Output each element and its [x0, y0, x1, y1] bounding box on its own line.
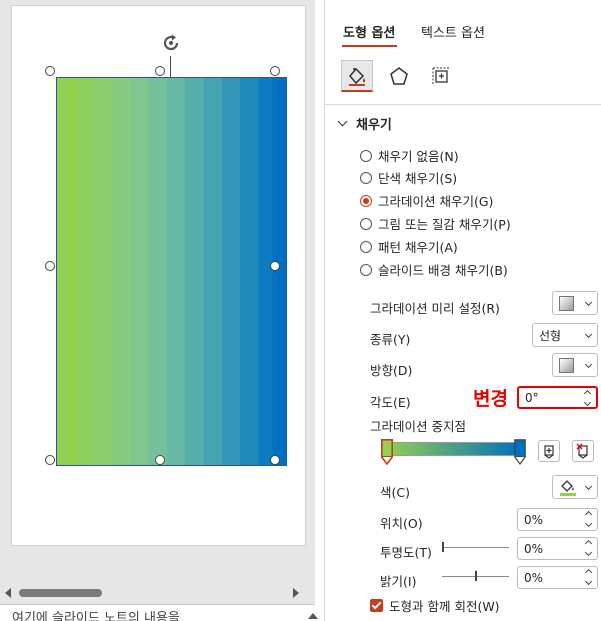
stop-transparency-spinner[interactable]: 0%: [517, 537, 598, 560]
effects-pentagon-icon[interactable]: [383, 60, 415, 92]
scroll-right-arrow-icon[interactable]: [293, 588, 299, 598]
stop-position-spinner[interactable]: 0%: [517, 508, 598, 531]
add-stop-icon: [544, 445, 554, 459]
remove-stop-icon: [576, 443, 588, 459]
gradient-type-value: 선형: [539, 328, 562, 343]
spinner-arrows-icon[interactable]: [584, 539, 593, 557]
radio-button[interactable]: [360, 149, 372, 162]
radio-button[interactable]: [360, 217, 372, 230]
radio-pattern-fill[interactable]: 패턴 채우기(A): [360, 237, 458, 256]
active-tab-indicator: [342, 45, 397, 47]
resize-handle-bottom-right[interactable]: [270, 455, 280, 465]
rotate-with-shape-label: 도형과 함께 회전(W): [389, 599, 500, 614]
stop-transparency-label: 투명도(T): [380, 545, 432, 560]
gradient-direction-dropdown[interactable]: [552, 353, 598, 377]
scroll-up-arrow-icon[interactable]: [308, 613, 318, 619]
gradient-stop-handle-end[interactable]: [514, 439, 526, 465]
horizontal-scrollbar[interactable]: [0, 583, 305, 603]
slide-editing-area: 여기에 슬라이드 노트의 내용을: [0, 0, 318, 621]
radio-button-selected[interactable]: [360, 194, 372, 207]
stop-brightness-label: 밝기(I): [380, 574, 417, 589]
size-properties-icon[interactable]: [425, 60, 457, 92]
resize-handle-top-left[interactable]: [45, 66, 55, 76]
radio-solid-fill[interactable]: 단색 채우기(S): [360, 168, 457, 187]
change-annotation: 변경: [473, 388, 508, 410]
gradient-preset-dropdown[interactable]: [552, 291, 598, 315]
fill-line-icon[interactable]: [341, 60, 373, 92]
radio-picture-texture-fill[interactable]: 그림 또는 질감 채우기(P): [360, 214, 511, 233]
slide-canvas[interactable]: [11, 5, 306, 546]
radio-label: 패턴 채우기(A): [378, 240, 458, 255]
resize-handle-right[interactable]: [270, 261, 280, 271]
radio-button[interactable]: [360, 240, 372, 253]
position-value: 0%: [524, 512, 544, 527]
tab-text-options[interactable]: 텍스트 옵션: [421, 22, 485, 41]
gradient-rectangle-shape[interactable]: [56, 77, 287, 466]
stop-color-picker[interactable]: [552, 475, 598, 499]
gradient-type-dropdown[interactable]: 선형: [532, 323, 598, 347]
spinner-arrows-icon[interactable]: [584, 568, 593, 586]
chevron-down-icon: [584, 360, 593, 369]
gradient-type-label: 종류(Y): [370, 332, 411, 347]
chevron-down-icon: [584, 298, 593, 307]
radio-label: 그림 또는 질감 채우기(P): [378, 217, 511, 232]
angle-value: 0°: [525, 390, 539, 405]
transparency-slider[interactable]: [442, 547, 509, 548]
paint-bucket-icon: [560, 480, 576, 496]
radio-label: 단색 채우기(S): [378, 171, 458, 186]
radio-button[interactable]: [360, 171, 372, 184]
brightness-value: 0%: [524, 570, 544, 585]
transparency-value: 0%: [524, 541, 544, 556]
radio-label: 채우기 없음(N): [378, 149, 459, 164]
fill-section-title: 채우기: [356, 118, 392, 133]
radio-no-fill[interactable]: 채우기 없음(N): [360, 146, 459, 165]
chevron-down-icon: [337, 116, 348, 127]
gradient-angle-spinner[interactable]: 0°: [517, 386, 598, 409]
rotation-handle-stem: [170, 56, 171, 77]
resize-handle-left[interactable]: [45, 261, 55, 271]
stop-position-label: 위치(O): [380, 516, 423, 531]
radio-gradient-fill[interactable]: 그라데이션 채우기(G): [360, 191, 493, 210]
stop-color-label: 색(C): [380, 485, 410, 500]
radio-label: 슬라이드 배경 채우기(B): [378, 263, 508, 278]
chevron-down-icon: [584, 330, 593, 339]
scroll-left-arrow-icon[interactable]: [5, 588, 11, 598]
spinner-arrows-icon[interactable]: [584, 510, 593, 528]
stop-brightness-spinner[interactable]: 0%: [517, 566, 598, 589]
direction-swatch-icon: [559, 357, 574, 373]
notes-pane[interactable]: 여기에 슬라이드 노트의 내용을: [0, 604, 318, 621]
resize-handle-top[interactable]: [155, 66, 165, 76]
radio-label: 그라데이션 채우기(G): [378, 194, 494, 209]
add-gradient-stop-button[interactable]: [538, 440, 560, 462]
gradient-swatch-icon: [559, 295, 574, 311]
gradient-stop-handle-start[interactable]: [381, 439, 393, 465]
gradient-stops-bar[interactable]: [384, 442, 522, 456]
scrollbar-thumb[interactable]: [19, 589, 102, 597]
gradient-preset-label: 그라데이션 미리 설정(R): [370, 301, 500, 316]
resize-handle-bottom-left[interactable]: [45, 455, 55, 465]
fill-section-header[interactable]: 채우기: [337, 114, 392, 133]
panel-divider: [325, 104, 601, 105]
notes-placeholder: 여기에 슬라이드 노트의 내용을: [12, 611, 180, 621]
resize-handle-bottom[interactable]: [155, 455, 165, 465]
rotate-handle-icon[interactable]: [159, 31, 183, 55]
gradient-direction-label: 방향(D): [370, 363, 413, 378]
radio-slide-background-fill[interactable]: 슬라이드 배경 채우기(B): [360, 260, 508, 279]
transparency-slider-thumb[interactable]: [442, 542, 444, 552]
radio-button[interactable]: [360, 263, 372, 276]
gradient-angle-label: 각도(E): [370, 395, 411, 410]
rotate-with-shape-checkbox[interactable]: [370, 599, 383, 612]
chevron-down-icon: [584, 482, 593, 491]
brightness-slider-thumb[interactable]: [475, 571, 477, 581]
rotate-with-shape-checkbox-row[interactable]: 도형과 함께 회전(W): [370, 596, 500, 615]
gradient-stops-label: 그라데이션 중지점: [370, 419, 466, 434]
remove-gradient-stop-button[interactable]: [572, 440, 594, 462]
resize-handle-top-right[interactable]: [270, 66, 280, 76]
format-shape-panel: 도형 옵션 텍스트 옵션 채우기 채우기 없음(N) 단색 채우기(S) 그라데…: [324, 0, 601, 621]
tab-shape-options[interactable]: 도형 옵션: [343, 22, 395, 41]
spinner-arrows-icon[interactable]: [583, 389, 592, 407]
